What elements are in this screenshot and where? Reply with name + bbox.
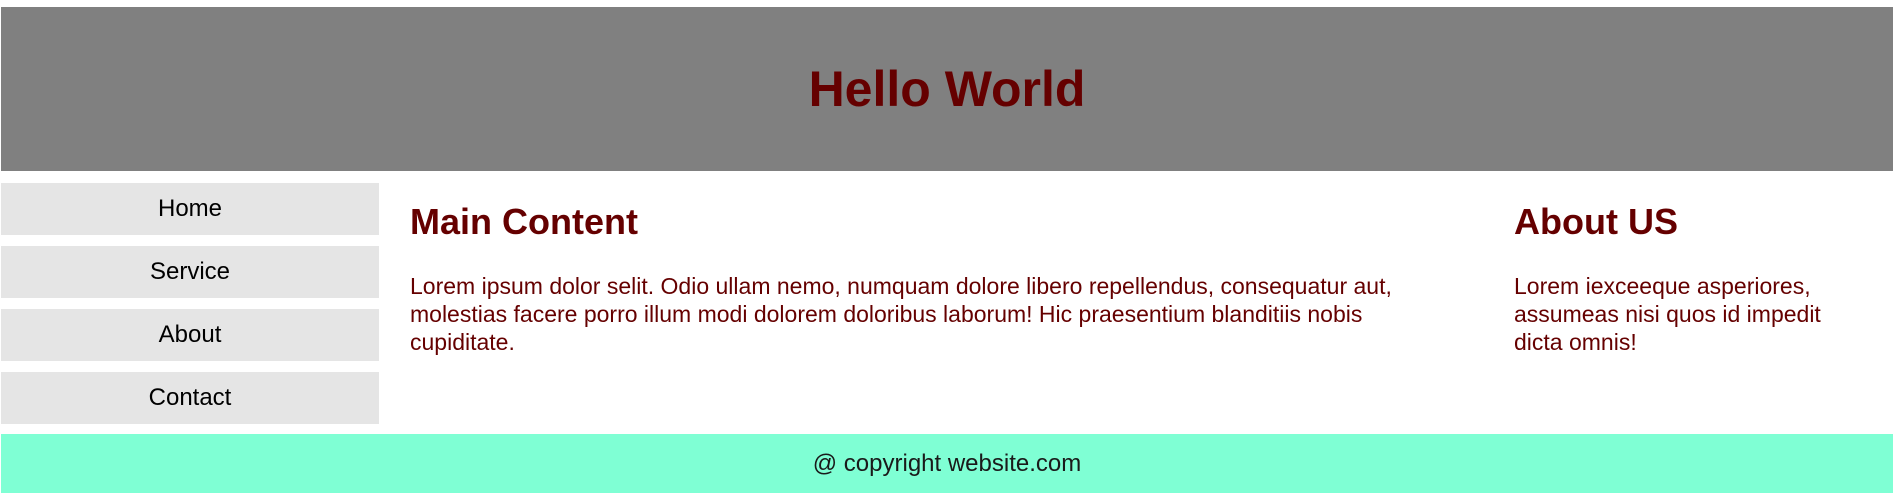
main-content: Main Content Lorem ipsum dolor selit. Od… xyxy=(410,200,1470,356)
main-paragraph: Lorem ipsum dolor selit. Odio ullam nemo… xyxy=(410,273,1392,355)
site-header: Hello World xyxy=(1,7,1893,171)
nav-item-contact[interactable]: Contact xyxy=(1,372,379,424)
page: Hello World Home Service About Contact M… xyxy=(0,0,1894,502)
nav-item-about[interactable]: About xyxy=(1,309,379,361)
about-heading: About US xyxy=(1514,201,1678,242)
page-title: Hello World xyxy=(808,61,1086,117)
main-heading: Main Content xyxy=(410,201,638,242)
nav-item-service[interactable]: Service xyxy=(1,246,379,298)
copyright-text: @ copyright website.com xyxy=(812,449,1082,477)
sidebar-nav: Home Service About Contact xyxy=(1,183,379,435)
about-section: About US Lorem iexceeque asperiores, ass… xyxy=(1514,200,1874,356)
site-footer: @ copyright website.com xyxy=(1,434,1893,493)
nav-item-home[interactable]: Home xyxy=(1,183,379,235)
about-paragraph: Lorem iexceeque asperiores, assumeas nis… xyxy=(1514,273,1821,355)
